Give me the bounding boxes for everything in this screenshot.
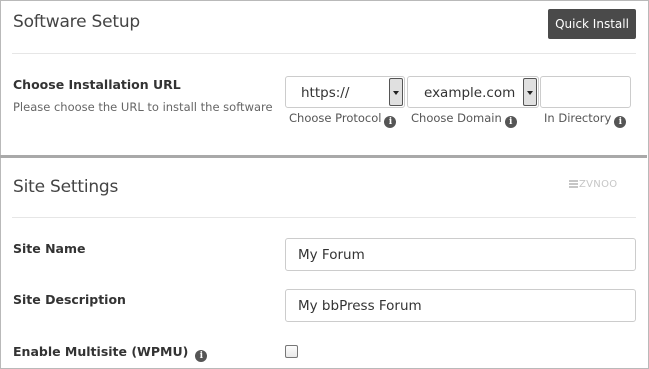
domain-select[interactable]: example.com (407, 76, 539, 108)
directory-input[interactable] (540, 76, 631, 108)
directory-caption: In Directory i (544, 111, 627, 128)
domain-select-value: example.com (424, 85, 516, 101)
quick-install-button[interactable]: Quick Install (548, 9, 636, 39)
protocol-caption: Choose Protocol i (289, 111, 397, 128)
multisite-label-text: Enable Multisite (WPMU) (13, 344, 189, 359)
multisite-checkbox[interactable] (285, 345, 298, 358)
info-icon[interactable]: i (384, 116, 397, 128)
info-icon[interactable]: i (614, 116, 627, 128)
install-url-description: Please choose the URL to install the sof… (13, 100, 273, 114)
install-url-label: Choose Installation URL (13, 77, 181, 92)
site-description-input[interactable] (285, 289, 636, 322)
site-settings-title: Site Settings (13, 177, 119, 197)
site-name-label: Site Name (13, 241, 86, 256)
domain-caption-text: Choose Domain (411, 111, 502, 125)
multisite-label: Enable Multisite (WPMU) i (13, 344, 208, 362)
info-icon[interactable]: i (504, 116, 517, 128)
protocol-select-value: https:// (301, 85, 350, 101)
watermark-logo: ZVNOO (569, 179, 617, 190)
site-settings-divider (12, 217, 636, 218)
watermark-icon (569, 180, 578, 188)
site-description-label: Site Description (13, 292, 126, 307)
directory-caption-text: In Directory (544, 111, 612, 125)
chevron-down-icon[interactable] (389, 78, 403, 106)
software-setup-title: Software Setup (13, 12, 141, 32)
section-divider (0, 155, 647, 158)
site-name-input[interactable] (285, 238, 636, 271)
protocol-select[interactable]: https:// (285, 76, 405, 108)
protocol-caption-text: Choose Protocol (289, 111, 382, 125)
header-divider (12, 53, 636, 54)
domain-caption: Choose Domain i (411, 111, 517, 128)
info-icon[interactable]: i (195, 350, 208, 362)
chevron-down-icon[interactable] (523, 78, 537, 106)
